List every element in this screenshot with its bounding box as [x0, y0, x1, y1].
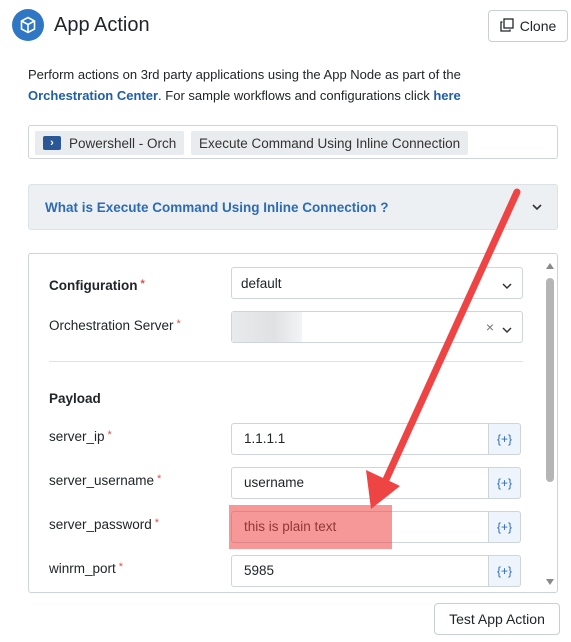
- server-password-label: server_password *: [49, 517, 159, 532]
- server-username-input[interactable]: username: [231, 467, 489, 499]
- configuration-label-text: Configuration: [49, 278, 138, 293]
- description: Perform actions on 3rd party application…: [28, 64, 548, 106]
- winrm-port-input[interactable]: 5985: [231, 555, 489, 587]
- winrm-port-label: winrm_port *: [49, 561, 123, 576]
- orchestration-server-select[interactable]: ×: [231, 311, 523, 343]
- required-marker: *: [118, 561, 124, 573]
- required-marker: *: [140, 278, 145, 290]
- header: App Action Clone: [0, 0, 571, 56]
- server-password-input[interactable]: this is plain text: [231, 511, 489, 543]
- scrollbar-thumb[interactable]: [546, 278, 554, 482]
- chevron-down-icon: [502, 323, 512, 334]
- required-marker: *: [176, 318, 181, 330]
- server-ip-input[interactable]: 1.1.1.1: [231, 423, 489, 455]
- configuration-value: default: [241, 276, 282, 291]
- orchestration-server-label-text: Orchestration Server: [49, 318, 174, 333]
- scroll-up-icon[interactable]: [546, 263, 554, 269]
- action-chip: Execute Command Using Inline Connection: [191, 131, 469, 155]
- configuration-select[interactable]: default: [231, 267, 523, 299]
- clear-icon[interactable]: ×: [486, 319, 494, 335]
- panel-scrollbar[interactable]: [545, 260, 555, 588]
- required-marker: *: [157, 473, 162, 485]
- redacted-server-value: [232, 312, 302, 342]
- here-link[interactable]: here: [433, 88, 460, 103]
- copy-icon: [500, 17, 514, 35]
- clone-button[interactable]: Clone: [488, 10, 568, 42]
- action-info-accordion[interactable]: What is Execute Command Using Inline Con…: [28, 184, 558, 230]
- insert-variable-button[interactable]: {+}: [489, 467, 521, 499]
- description-text: Perform actions on 3rd party application…: [28, 67, 461, 82]
- connector-selector[interactable]: › Powershell - Orch Execute Command Usin…: [28, 125, 558, 159]
- action-chip-label: Execute Command Using Inline Connection: [199, 135, 461, 151]
- chevron-down-icon: [502, 279, 512, 290]
- scroll-down-icon[interactable]: [546, 579, 554, 585]
- server-password-label-text: server_password: [49, 517, 152, 532]
- accordion-title: What is Execute Command Using Inline Con…: [45, 200, 389, 215]
- description-text-2: . For sample workflows and configuration…: [158, 88, 434, 103]
- configuration-panel: Configuration * default Orchestration Ser…: [28, 253, 558, 593]
- chevron-down-icon: [531, 201, 543, 213]
- orchestration-center-link[interactable]: Orchestration Center: [28, 88, 158, 103]
- server-username-label: server_username *: [49, 473, 161, 488]
- app-action-icon: [12, 9, 44, 41]
- app-chip-label: Powershell - Orch: [69, 135, 177, 151]
- insert-variable-button[interactable]: {+}: [489, 511, 521, 543]
- required-marker: *: [154, 517, 160, 529]
- powershell-icon: ›: [43, 136, 61, 150]
- test-app-action-button[interactable]: Test App Action: [434, 603, 560, 635]
- insert-variable-button[interactable]: {+}: [489, 423, 521, 455]
- required-marker: *: [107, 429, 112, 441]
- insert-variable-button[interactable]: {+}: [489, 555, 521, 587]
- section-divider: [49, 361, 523, 362]
- page-title: App Action: [54, 14, 150, 36]
- configuration-label: Configuration *: [49, 278, 145, 293]
- payload-heading: Payload: [49, 391, 101, 406]
- server-ip-label: server_ip *: [49, 429, 112, 444]
- app-chip: › Powershell - Orch: [35, 131, 185, 155]
- orchestration-server-label: Orchestration Server *: [49, 318, 181, 333]
- winrm-port-label-text: winrm_port: [49, 561, 116, 576]
- server-username-label-text: server_username: [49, 473, 155, 488]
- clone-label: Clone: [519, 18, 557, 34]
- server-ip-label-text: server_ip: [49, 429, 105, 444]
